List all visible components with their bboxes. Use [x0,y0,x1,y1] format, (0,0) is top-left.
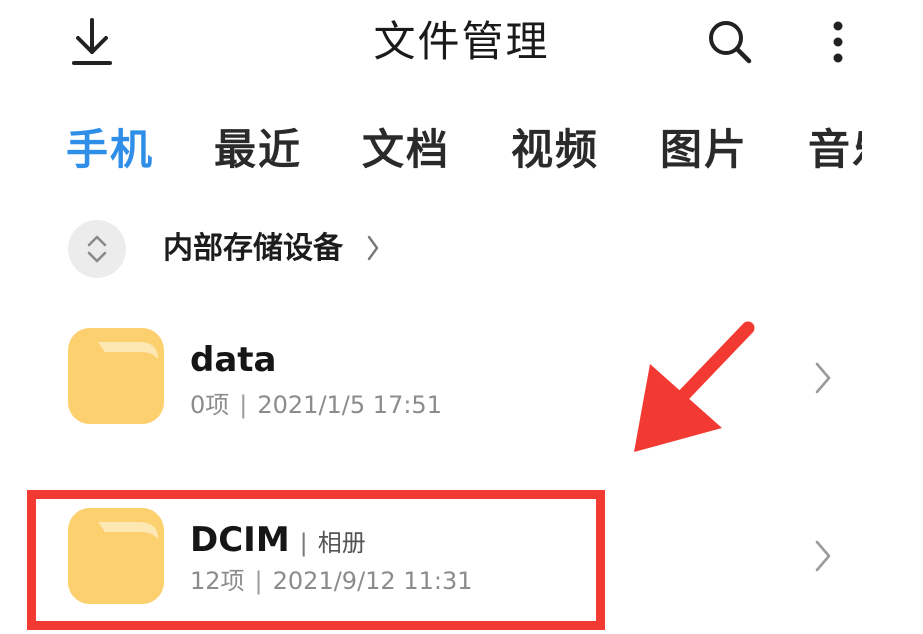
chevron-right-icon [812,360,834,400]
file-name: data [190,340,277,380]
page-title: 文件管理 [373,17,550,66]
item-count: 0项 [190,391,230,419]
annotation-arrow-icon [634,321,755,452]
chevron-right-icon [812,538,834,578]
more-vertical-icon[interactable] [812,12,864,72]
breadcrumb-label[interactable]: 内部存储设备 [163,218,343,278]
annotation-highlight-box [27,490,605,630]
top-app-bar: 文件管理 [0,0,923,90]
expand-collapse-icon[interactable] [68,220,126,278]
list-item-folder-data[interactable]: data 0项 | 2021/1/5 17:51 [0,328,923,448]
folder-icon [68,328,164,424]
tab-phone[interactable]: 手机 [66,118,154,182]
tab-videos[interactable]: 视频 [511,118,599,182]
modified-date: 2021/1/5 17:51 [257,391,442,419]
tab-recent[interactable]: 最近 [214,118,302,182]
tab-documents[interactable]: 文档 [362,118,450,182]
tab-images[interactable]: 图片 [660,118,748,182]
file-meta: 0项 | 2021/1/5 17:51 [190,391,442,419]
category-tabs: 手机 最近 文档 视频 图片 音乐 [0,118,862,182]
search-icon[interactable] [700,12,760,72]
tab-music[interactable]: 音乐 [808,118,862,182]
chevron-right-icon [366,234,380,266]
